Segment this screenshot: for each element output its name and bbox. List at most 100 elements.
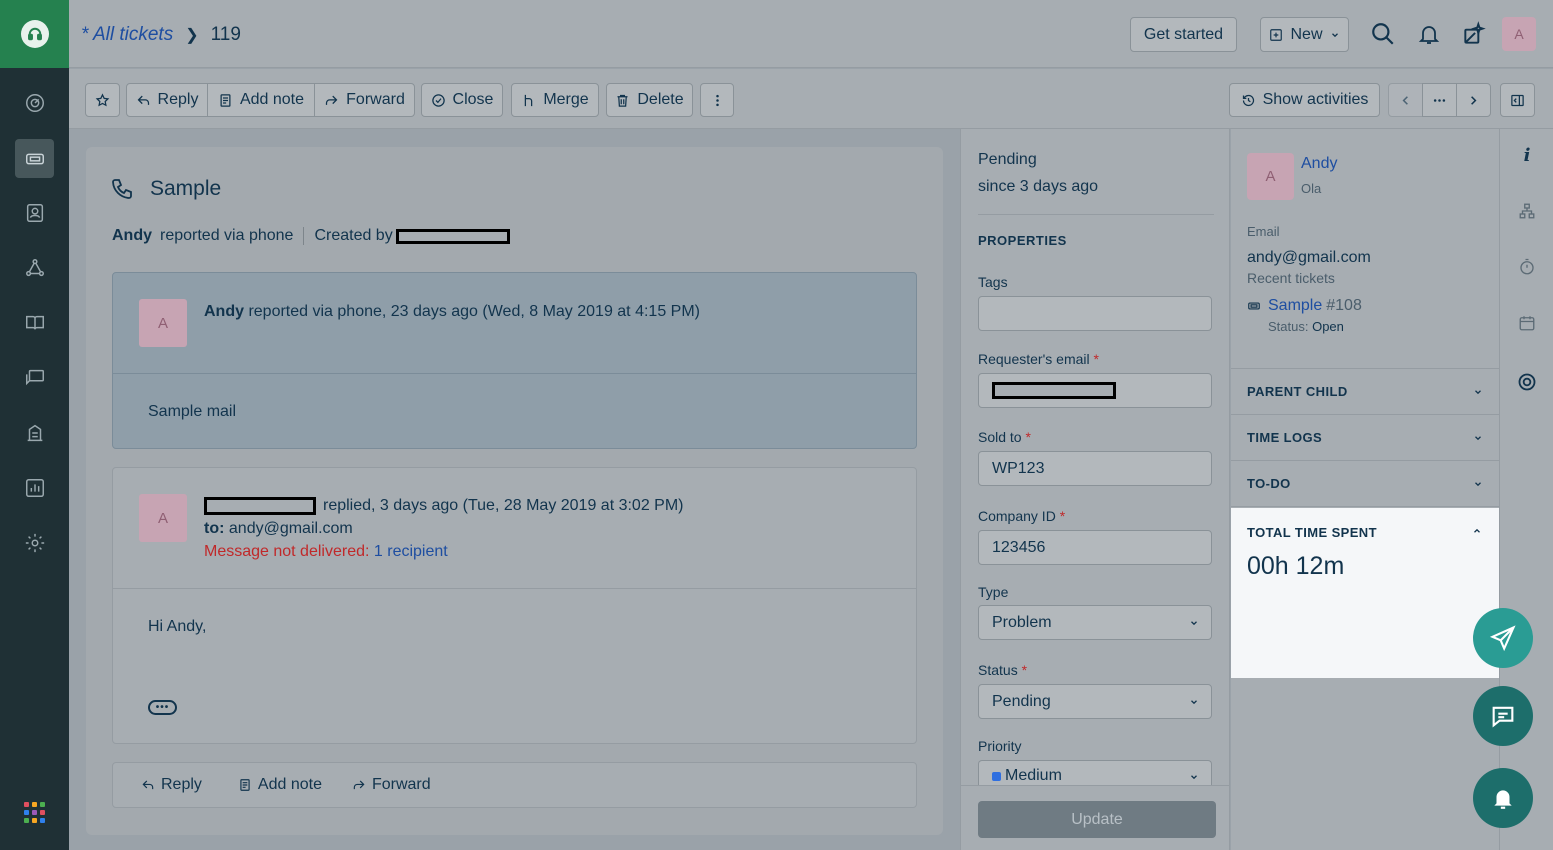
sparkle-icon[interactable] (1460, 20, 1488, 48)
chat-bubble-icon (1492, 706, 1514, 728)
chat-fab[interactable] (1473, 686, 1533, 746)
message-info: replied, 3 days ago (Tue, 28 May 2019 at… (204, 497, 684, 515)
info-icon[interactable]: i (1517, 145, 1537, 166)
nav-assets[interactable] (15, 413, 54, 452)
building-icon (27, 424, 42, 441)
contact-name[interactable]: Andy (1301, 155, 1337, 173)
sold-to-label: Sold to * (978, 429, 1031, 445)
bell-icon[interactable] (1415, 20, 1443, 48)
trash-icon (617, 94, 628, 107)
meta-divider (303, 227, 305, 245)
all-tickets-link[interactable]: * All tickets (81, 24, 173, 46)
sold-to-input[interactable]: WP123 (978, 451, 1212, 486)
priority-color-dot (992, 771, 1001, 781)
requester-email-label: Requester's email * (978, 351, 1099, 367)
message-author[interactable]: Andy (204, 303, 244, 320)
type-select[interactable]: Problem (978, 605, 1212, 640)
contact-card-icon (26, 203, 43, 222)
ticket-conversation: Sample Andy reported via phone Created b… (86, 147, 943, 835)
nav-forums[interactable] (15, 358, 54, 397)
show-activities-button[interactable]: Show activities (1229, 83, 1380, 117)
message-info: Andy reported via phone, 23 days ago (We… (204, 303, 700, 321)
note-icon (220, 93, 231, 107)
recent-ticket-title[interactable]: Sample (1268, 297, 1322, 315)
star-button[interactable] (85, 83, 120, 117)
search-icon[interactable] (1369, 20, 1397, 48)
app-logo[interactable] (0, 0, 69, 68)
type-label: Type (978, 584, 1009, 600)
vertical-dots-icon (715, 94, 719, 106)
message-header: A Andy reported via phone, 23 days ago (… (113, 273, 916, 374)
merge-button[interactable]: Merge (511, 83, 599, 117)
priority-select[interactable]: Medium (978, 760, 1212, 788)
company-id-input[interactable]: 123456 (978, 530, 1212, 565)
status-since: since 3 days ago (978, 178, 1099, 195)
forward-button[interactable]: Forward (314, 83, 415, 117)
reply-action[interactable]: Reply (141, 776, 202, 794)
more-actions-button[interactable] (700, 83, 734, 117)
original-message: A Andy reported via phone, 23 days ago (… (112, 272, 917, 449)
notification-fab[interactable] (1473, 768, 1533, 828)
chat-icon (25, 369, 44, 385)
nav-contacts[interactable] (15, 193, 54, 232)
new-button[interactable]: New (1260, 17, 1349, 52)
chevron-down-icon (1191, 775, 1197, 780)
recent-ticket-item[interactable]: Sample #108 (1247, 297, 1362, 315)
status-select[interactable]: Pending (978, 684, 1212, 719)
status-title: Pending (978, 151, 1037, 168)
forward-icon (353, 780, 365, 790)
hierarchy-icon[interactable] (1517, 201, 1537, 221)
to-label: to: (204, 520, 225, 537)
priority-label: Priority (978, 738, 1022, 754)
nav-reports[interactable] (15, 468, 54, 507)
message-body: Hi Andy, (148, 618, 207, 635)
headset-icon (20, 20, 49, 48)
user-avatar[interactable]: A (1502, 17, 1536, 51)
reply-bar: Reply Add note Forward (112, 762, 917, 808)
redacted-agent (204, 497, 316, 515)
recipient-line: to: andy@gmail.com (204, 520, 353, 538)
get-started-button[interactable]: Get started (1130, 17, 1237, 52)
nav-dashboard[interactable] (15, 83, 54, 122)
failed-recipient-link[interactable]: 1 recipient (374, 543, 448, 560)
previous-ticket-button[interactable] (1388, 83, 1423, 117)
integration-icon[interactable] (1517, 372, 1537, 392)
show-quoted-text-button[interactable]: ••• (148, 700, 177, 715)
delete-button[interactable]: Delete (606, 83, 693, 117)
reply-button[interactable]: Reply (126, 83, 208, 117)
chevron-left-icon (1402, 95, 1408, 105)
reported-via: reported via phone (160, 227, 294, 244)
book-icon (25, 315, 44, 330)
message-timestamp: reported via phone, 23 days ago (Wed, 8 … (248, 303, 700, 320)
nav-solutions[interactable] (15, 303, 54, 342)
email-label: Email (1247, 224, 1280, 239)
requester-name[interactable]: Andy (112, 227, 152, 245)
timer-icon[interactable] (1517, 257, 1537, 277)
nav-settings[interactable] (15, 523, 54, 562)
contact-panel: A Andy Ola Email andy@gmail.com Recent t… (1231, 129, 1499, 850)
update-button[interactable]: Update (978, 801, 1216, 838)
ticket-number: 119 (210, 24, 241, 45)
tags-input[interactable] (978, 296, 1212, 331)
next-ticket-button[interactable] (1456, 83, 1491, 117)
apps-grid-icon[interactable] (24, 802, 45, 823)
section-time-logs[interactable]: TIME LOGS (1231, 415, 1499, 461)
ticket-list-button[interactable] (1422, 83, 1457, 117)
forward-action[interactable]: Forward (352, 776, 431, 794)
send-fab[interactable] (1473, 608, 1533, 668)
nav-tickets[interactable] (15, 139, 54, 178)
calendar-icon[interactable] (1517, 313, 1537, 333)
check-circle-icon (431, 93, 445, 107)
chevron-up-icon[interactable] (1472, 526, 1482, 536)
reply-message: A replied, 3 days ago (Tue, 28 May 2019 … (112, 467, 917, 744)
requester-email-input[interactable] (978, 373, 1212, 408)
recent-ticket-status: Status: Open (1268, 319, 1344, 334)
nav-social[interactable] (15, 248, 54, 287)
network-icon (25, 258, 44, 276)
section-to-do[interactable]: TO-DO (1231, 461, 1499, 507)
section-parent-child[interactable]: PARENT CHILD (1231, 369, 1499, 415)
add-note-button[interactable]: Add note (207, 83, 315, 117)
close-button[interactable]: Close (421, 83, 503, 117)
add-note-action[interactable]: Add note (238, 776, 322, 794)
toggle-panel-button[interactable] (1500, 83, 1535, 117)
